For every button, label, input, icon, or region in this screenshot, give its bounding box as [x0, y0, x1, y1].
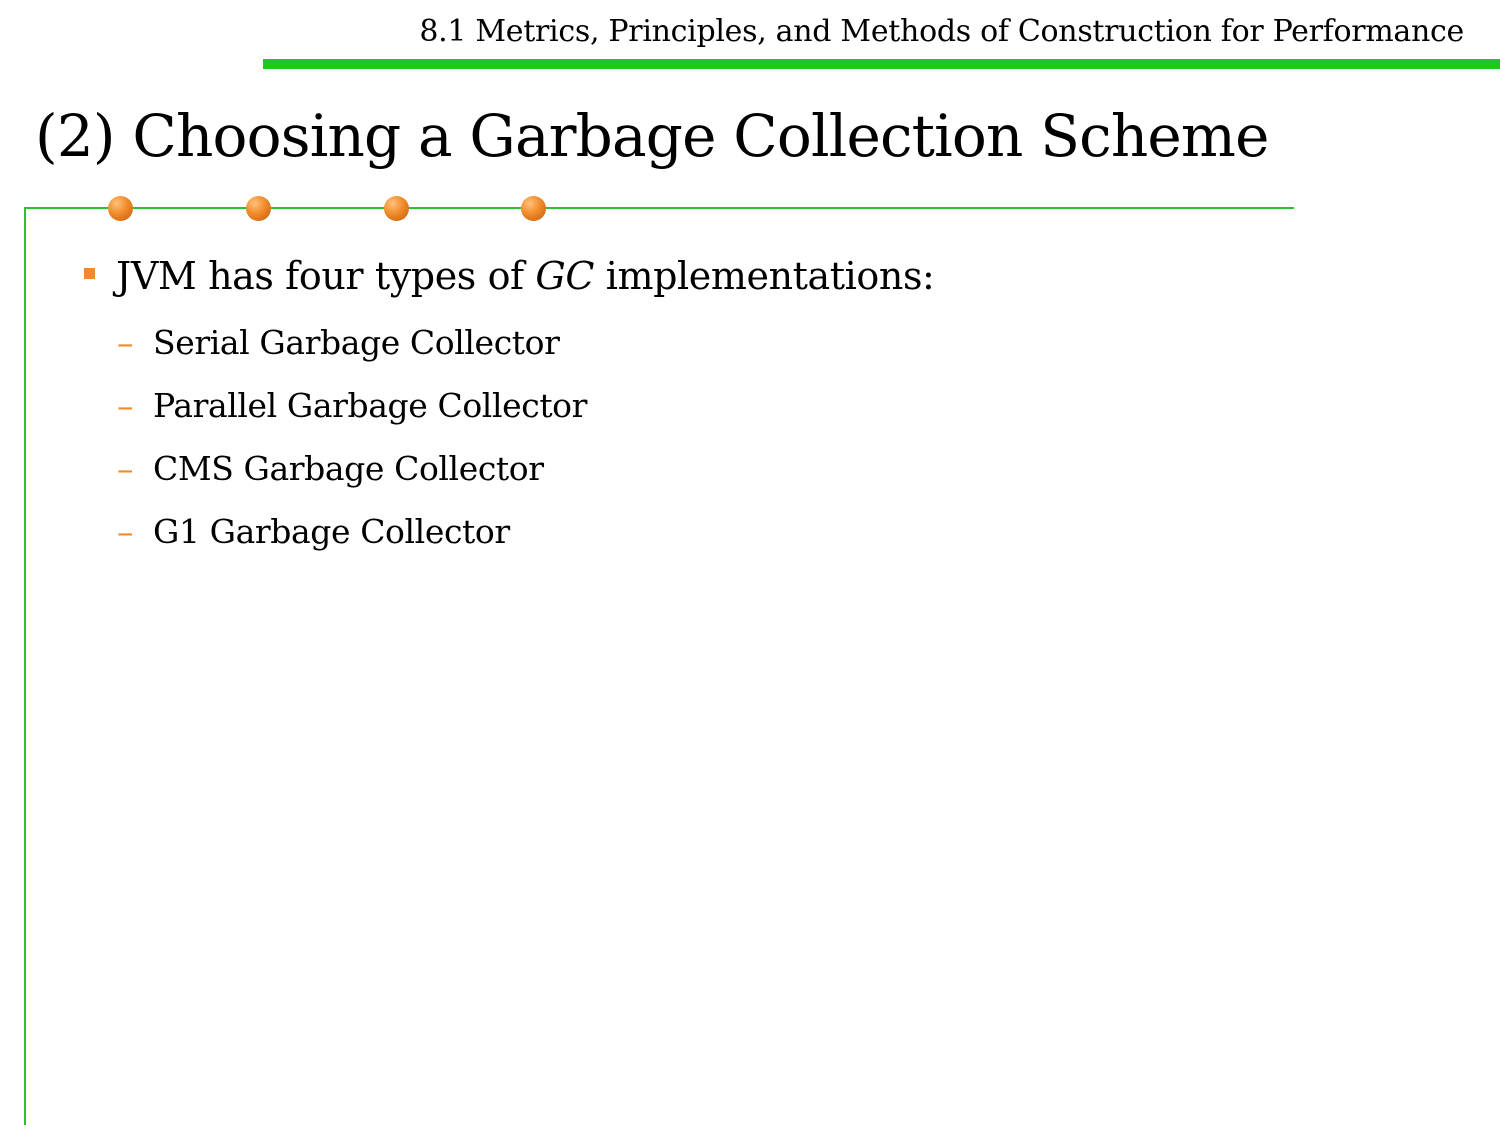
bullet-prefix: JVM has four types of	[116, 254, 536, 298]
sub-item-label: Parallel Garbage Collector	[153, 386, 588, 425]
decorative-dot-icon	[108, 196, 133, 221]
sub-list-item: – G1 Garbage Collector	[117, 509, 510, 555]
slide-title: (2) Choosing a Garbage Collection Scheme	[35, 102, 1269, 170]
sub-item-label: Serial Garbage Collector	[153, 323, 560, 362]
decorative-dot-icon	[521, 196, 546, 221]
left-border-rule	[24, 207, 26, 1125]
title-divider	[24, 207, 1294, 209]
dash-bullet-icon: –	[117, 512, 134, 551]
header-accent-bar	[263, 59, 1500, 69]
dash-bullet-icon: –	[117, 323, 134, 362]
bullet-suffix: implementations:	[594, 254, 935, 298]
sub-list-item: – Serial Garbage Collector	[117, 320, 560, 366]
bullet-item: JVM has four types of GC implementations…	[84, 250, 935, 302]
sub-item-label: G1 Garbage Collector	[153, 512, 510, 551]
sub-list-item: – CMS Garbage Collector	[117, 446, 544, 492]
square-bullet-icon	[84, 268, 95, 279]
bullet-emphasis: GC	[535, 254, 595, 298]
decorative-dot-icon	[246, 196, 271, 221]
bullet-text: JVM has four types of GC implementations…	[84, 254, 935, 298]
dash-bullet-icon: –	[117, 449, 134, 488]
sub-list-item: – Parallel Garbage Collector	[117, 383, 587, 429]
section-header: 8.1 Metrics, Principles, and Methods of …	[419, 14, 1464, 49]
sub-item-label: CMS Garbage Collector	[153, 449, 544, 488]
decorative-dot-icon	[384, 196, 409, 221]
dash-bullet-icon: –	[117, 386, 134, 425]
